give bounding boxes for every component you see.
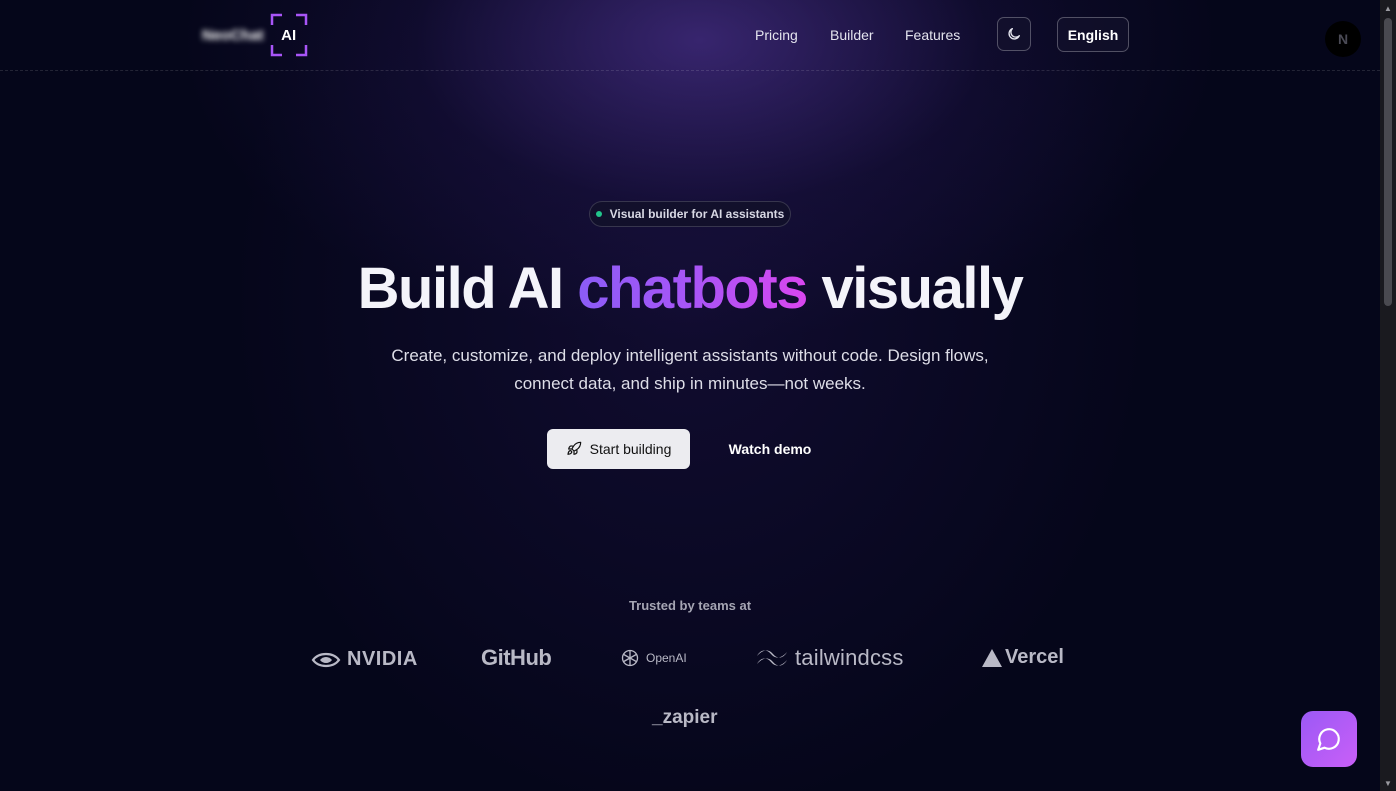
scroll-up-icon[interactable]: ▲ — [1380, 0, 1396, 16]
openai-knot-icon — [621, 649, 639, 667]
status-dot-icon — [595, 211, 602, 217]
hero-pill-badge: Visual builder for AI assistants — [589, 201, 791, 227]
chat-bubble-icon — [1317, 728, 1340, 751]
brand-badge-label: AI — [281, 26, 297, 44]
nav-builder-wrap: Builder — [830, 0, 874, 70]
logo-github: GitHub — [481, 645, 552, 671]
brand-badge: AI — [270, 13, 308, 57]
chat-widget-button[interactable] — [1301, 711, 1357, 767]
logo-tailwindcss-label: tailwindcss — [795, 645, 904, 670]
theme-toggle-button[interactable] — [997, 17, 1031, 51]
headline-part2: visually — [821, 256, 1024, 321]
logo-tailwindcss: tailwindcss — [755, 645, 904, 671]
scroll-thumb[interactable] — [1384, 18, 1392, 306]
logo-zapier: _zapier — [652, 707, 717, 729]
start-building-label: Start building — [589, 441, 672, 457]
vercel-triangle-icon — [982, 648, 1002, 667]
logo-vercel: Vercel — [981, 646, 1064, 669]
hero-subtitle: Create, customize, and deploy intelligen… — [340, 342, 1040, 398]
language-button[interactable]: English — [1057, 17, 1129, 52]
brand-name: NeoChat — [202, 26, 264, 44]
nav-pricing-wrap: Pricing — [755, 0, 798, 70]
start-building-button[interactable]: Start building — [547, 429, 690, 469]
hero-subtitle-line1: Create, customize, and deploy intelligen… — [391, 346, 989, 365]
trusted-label: Trusted by teams at — [628, 598, 752, 613]
watch-demo-button[interactable]: Watch demo — [712, 429, 828, 469]
nvidia-eye-icon — [311, 652, 341, 667]
logo-nvidia: NVIDIA — [311, 648, 418, 671]
logo-openai: OpenAI — [620, 648, 687, 668]
page-title: Build AI chatbots visually — [0, 253, 1380, 325]
nav-features-wrap: Features — [905, 0, 960, 70]
nav-builder[interactable]: Builder — [830, 27, 874, 43]
top-header: NeoChat AI Pricing Builder Features Engl… — [0, 0, 1380, 71]
logo-zapier-label: _zapier — [652, 707, 718, 728]
logo-nvidia-label: NVIDIA — [347, 648, 418, 670]
logo-github-label: GitHub — [481, 645, 552, 670]
hero-pill-label: Visual builder for AI assistants — [609, 207, 785, 221]
headline-highlight: chatbots — [577, 256, 808, 321]
rocket-icon — [567, 441, 581, 455]
avatar[interactable]: N — [1325, 21, 1361, 57]
hero-subtitle-line2: connect data, and ship in minutes—not we… — [514, 374, 866, 393]
tailwind-wave-icon — [757, 650, 787, 666]
nav-pricing[interactable]: Pricing — [755, 27, 798, 43]
logo-vercel-label: Vercel — [1005, 646, 1064, 668]
headline-part1: Build AI — [357, 256, 564, 321]
scroll-down-icon[interactable]: ▼ — [1380, 775, 1396, 791]
nav-features[interactable]: Features — [905, 27, 960, 43]
moon-icon — [1008, 28, 1020, 40]
page-scrollbar[interactable]: ▲ ▼ — [1380, 0, 1396, 791]
logo-openai-label: OpenAI — [646, 651, 687, 665]
brand-logo[interactable]: NeoChat AI — [202, 13, 308, 57]
